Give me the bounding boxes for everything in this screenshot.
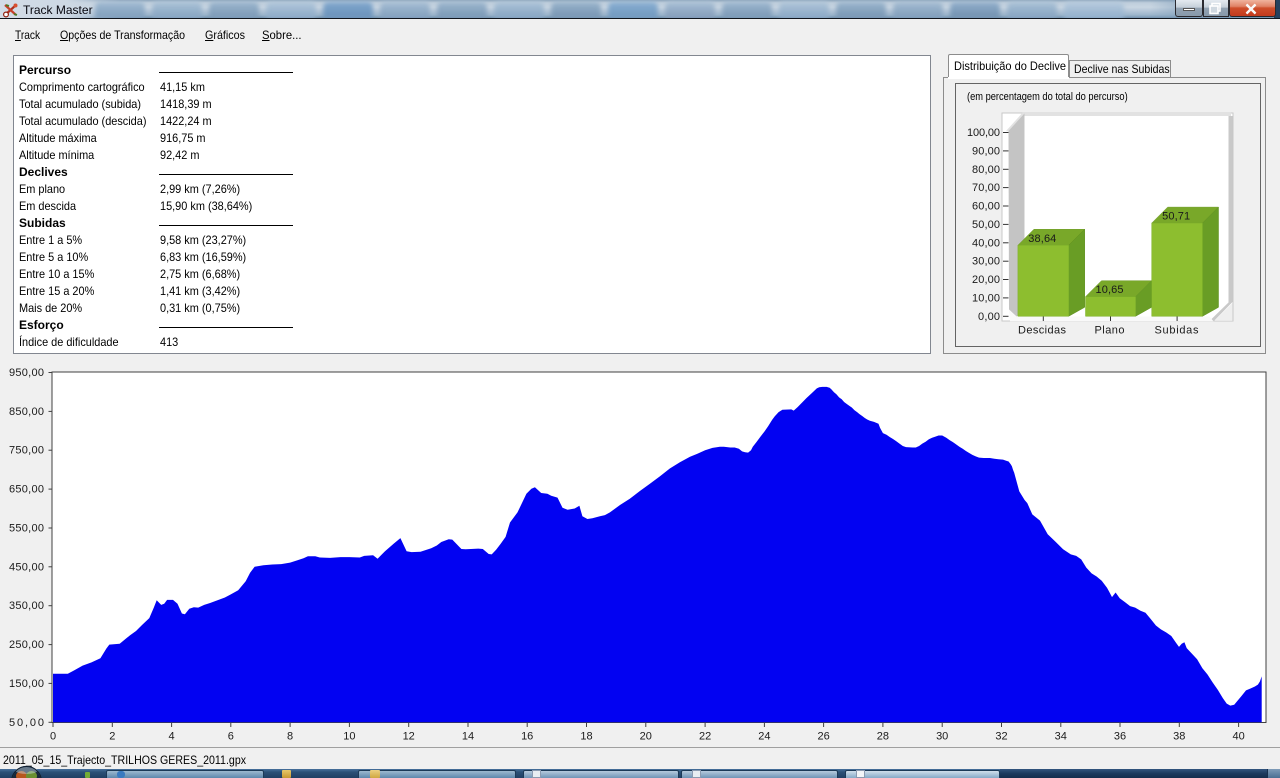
svg-text:20: 20 (640, 731, 652, 743)
svg-text:550,00: 550,00 (9, 523, 44, 535)
svg-text:38: 38 (1173, 731, 1185, 743)
svg-text:22: 22 (699, 731, 711, 743)
svg-text:250,00: 250,00 (9, 639, 44, 651)
svg-text:850,00: 850,00 (9, 406, 44, 418)
svg-text:150,00: 150,00 (9, 678, 44, 690)
svg-text:50,00: 50,00 (9, 717, 44, 729)
svg-text:8: 8 (287, 731, 293, 743)
svg-text:0: 0 (50, 731, 56, 743)
svg-text:18: 18 (580, 731, 592, 743)
svg-text:350,00: 350,00 (9, 600, 44, 612)
svg-text:32: 32 (995, 731, 1007, 743)
svg-text:30: 30 (936, 731, 948, 743)
svg-text:34: 34 (1055, 731, 1067, 743)
svg-text:24: 24 (758, 731, 770, 743)
svg-text:28: 28 (877, 731, 889, 743)
svg-text:10: 10 (343, 731, 355, 743)
svg-text:2: 2 (109, 731, 115, 743)
svg-text:750,00: 750,00 (9, 445, 44, 457)
svg-text:650,00: 650,00 (9, 484, 44, 496)
svg-text:40: 40 (1232, 731, 1244, 743)
svg-text:26: 26 (817, 731, 829, 743)
svg-text:12: 12 (403, 731, 415, 743)
svg-text:4: 4 (169, 731, 175, 743)
svg-text:450,00: 450,00 (9, 561, 44, 573)
svg-text:14: 14 (462, 731, 474, 743)
svg-text:6: 6 (228, 731, 234, 743)
svg-text:16: 16 (521, 731, 533, 743)
svg-text:36: 36 (1114, 731, 1126, 743)
svg-text:950,00: 950,00 (9, 367, 44, 379)
